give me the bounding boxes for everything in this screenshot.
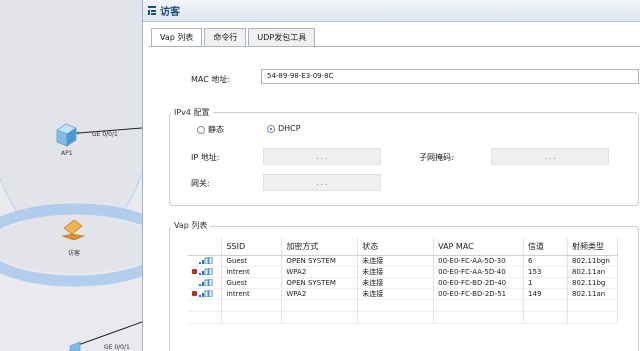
vap-table-body: Guest OPEN SYSTEM 未连接 00-E0-FC-AA-5D-30 6 802… [188, 255, 619, 324]
static-radio-label: 静态 [208, 125, 224, 134]
row-icons [188, 288, 223, 300]
cell-encryption: OPEN SYSTEM [281, 255, 359, 267]
col-state[interactable]: 状态 [357, 238, 435, 256]
ipv4-group-title: IPv4 配置 [171, 107, 213, 118]
vap-table-row[interactable]: Guest OPEN SYSTEM 未连接 00-E0-FC-AA-5D-30 6 802… [188, 255, 619, 267]
cell-ssid: Guest [221, 277, 283, 289]
cell-radio-type: 802.11bg [567, 277, 619, 289]
terminal-icon [148, 6, 156, 15]
col-radio-type[interactable]: 射频类型 [567, 238, 619, 256]
static-radio-circle [197, 125, 205, 134]
cell-state: 未连接 [357, 255, 435, 267]
vap-table-row[interactable]: intrent WPA2 未连接 00-E0-FC-BD-2D-51 149 802.11… [188, 288, 619, 300]
subnet-mask-dots: . . . [544, 152, 556, 161]
col-icon [188, 238, 223, 256]
bottom-device-icon [69, 341, 81, 351]
vap-table-empty-row [188, 311, 619, 324]
static-radio[interactable]: 静态 [197, 124, 224, 135]
cell-encryption: WPA2 [281, 288, 359, 300]
tab-vap-list[interactable]: Vap 列表 [151, 28, 203, 47]
cell-vap-mac: 00-E0-FC-AA-5D-30 [433, 255, 525, 267]
tab-command-line[interactable]: 命令行 [204, 28, 247, 46]
ip-address-field[interactable]: . . . [263, 148, 381, 165]
cell-channel: 1 [523, 277, 568, 289]
tab-bar: Vap 列表 命令行 UDP发包工具 [151, 28, 317, 47]
mac-label: MAC 地址: [191, 75, 231, 84]
col-encryption[interactable]: 加密方式 [281, 238, 359, 256]
vap-table-row[interactable]: Guest OPEN SYSTEM 未连接 00-E0-FC-BD-2D-40 1 802… [188, 277, 619, 289]
cell-encryption: OPEN SYSTEM [281, 277, 359, 289]
cell-vap-mac: 00-E0-FC-AA-5D-40 [433, 266, 525, 278]
gateway-field[interactable]: . . . [263, 174, 381, 191]
cell-radio-type: 802.11an [567, 288, 619, 300]
ap1-port-label: GE 0/0/1 [92, 131, 118, 138]
dhcp-radio-circle [267, 124, 275, 133]
cell-state: 未连接 [357, 288, 435, 300]
dhcp-radio[interactable]: DHCP [267, 124, 301, 133]
cell-vap-mac: 00-E0-FC-BD-2D-40 [433, 277, 525, 289]
signal-icon [199, 290, 213, 297]
cell-channel: 6 [523, 255, 568, 267]
bottom-port-label: GE 0/0/1 [104, 344, 130, 351]
cell-radio-type: 802.11bgn [567, 255, 619, 267]
signal-icon [199, 268, 213, 275]
cell-state: 未连接 [357, 266, 435, 278]
row-icons [188, 266, 223, 278]
lock-icon [192, 269, 197, 274]
mask-label: 子网掩码: [419, 153, 454, 162]
vap-table-row[interactable]: intrent WPA2 未连接 00-E0-FC-AA-5D-40 153 802.11… [188, 266, 619, 278]
bottom-link [77, 321, 142, 346]
topology-drawing [0, 0, 142, 351]
cell-radio-type: 802.11an [567, 266, 619, 278]
visitor-label: 访客 [68, 250, 81, 257]
cell-ssid: Guest [221, 255, 283, 267]
row-icons [188, 255, 223, 267]
gateway-dots: . . . [316, 178, 328, 187]
vap-table-empty-row [188, 299, 619, 312]
gateway-label: 网关: [191, 179, 210, 188]
ip-label: IP 地址: [191, 153, 220, 162]
dialog-titlebar[interactable]: 访客 [143, 0, 640, 22]
mac-field[interactable]: 54-89-98-E3-09-8C [261, 69, 639, 84]
col-channel[interactable]: 信道 [523, 238, 568, 256]
cell-encryption: WPA2 [281, 266, 359, 278]
visitor-dialog: 访客 Vap 列表 命令行 UDP发包工具 MAC 地址: 54-89-98-E… [142, 0, 640, 351]
cell-state: 未连接 [357, 277, 435, 289]
vap-group-title: Vap 列表 [171, 220, 211, 231]
signal-icon [199, 279, 213, 286]
cell-channel: 149 [523, 288, 568, 300]
ap1-label: AP1 [61, 150, 73, 157]
dialog-title: 访客 [160, 7, 180, 18]
tab-udp-tool[interactable]: UDP发包工具 [248, 28, 316, 46]
cell-ssid: intrent [221, 288, 283, 300]
vap-table-header: SSID 加密方式 状态 VAP MAC 信道 射频类型 [188, 238, 619, 256]
signal-icon [199, 257, 213, 264]
row-icons [188, 277, 223, 289]
topology-canvas[interactable]: GE 0/0/1 AP1 访客 GE 0/0/1 [0, 0, 142, 351]
col-ssid[interactable]: SSID [221, 238, 283, 256]
vap-list-panel: MAC 地址: 54-89-98-E3-09-8C IPv4 配置 静态 DHC… [167, 52, 640, 351]
cell-vap-mac: 00-E0-FC-BD-2D-51 [433, 288, 525, 300]
ip-address-dots: . . . [316, 152, 328, 161]
tab-divider [149, 46, 640, 47]
dhcp-radio-label: DHCP [278, 124, 301, 133]
lock-icon [192, 291, 197, 296]
subnet-mask-field[interactable]: . . . [491, 148, 609, 165]
cell-channel: 153 [523, 266, 568, 278]
col-vap-mac[interactable]: VAP MAC [433, 238, 525, 256]
vap-table: SSID 加密方式 状态 VAP MAC 信道 射频类型 Guest OPEN S… [188, 238, 619, 324]
cell-ssid: intrent [221, 266, 283, 278]
